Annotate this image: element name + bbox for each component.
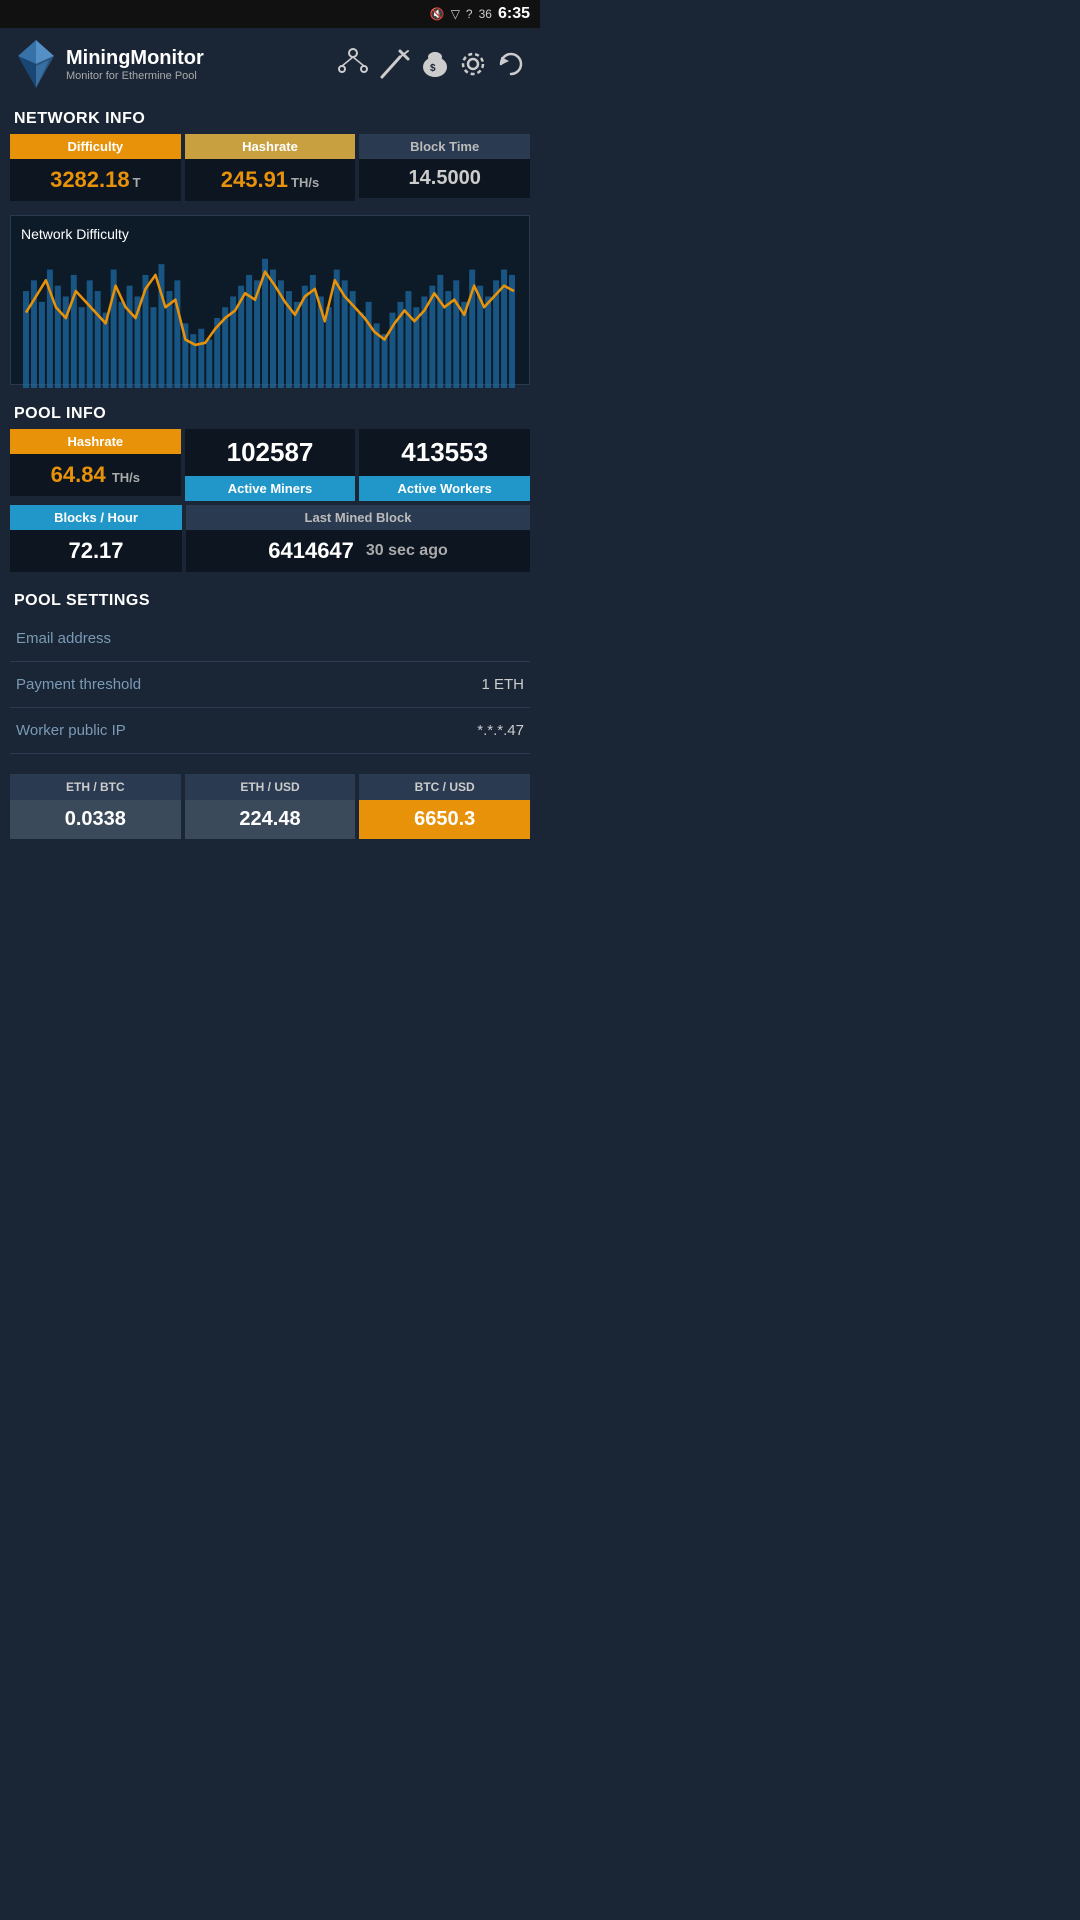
ticker-btc-usd-value: 6650.3 [359, 800, 530, 839]
refresh-icon[interactable] [496, 49, 526, 79]
difficulty-cell: Difficulty 3282.18T [10, 134, 181, 201]
network-info-title: NETWORK INFO [0, 100, 540, 134]
active-workers-value: 413553 [359, 429, 530, 476]
block-time-label: Block Time [359, 134, 530, 159]
hashrate-label: Hashrate [185, 134, 356, 159]
ticker-btc-usd: BTC / USD 6650.3 [359, 774, 530, 839]
settings-email-key: Email address [16, 630, 111, 647]
settings-threshold-val: 1 ETH [481, 676, 524, 693]
blocks-hour-cell: Blocks / Hour 72.17 [10, 505, 182, 572]
network-metrics-grid: Difficulty 3282.18T Hashrate 245.91TH/s … [10, 134, 530, 201]
svg-text:$: $ [430, 63, 436, 74]
app-name: MiningMonitor [66, 47, 204, 70]
block-time-ago: 30 sec ago [366, 542, 448, 560]
pool-info-section: Hashrate 64.84 TH/s 102587 Active Miners… [0, 429, 540, 582]
last-mined-block-cell: Last Mined Block 6414647 30 sec ago [186, 505, 530, 572]
gear-icon[interactable] [458, 49, 488, 79]
settings-ip-key: Worker public IP [16, 722, 126, 739]
last-mined-block-value: 6414647 30 sec ago [186, 530, 530, 572]
ticker-eth-usd: ETH / USD 224.48 [185, 774, 356, 839]
header: MiningMonitor Monitor for Ethermine Pool… [0, 28, 540, 100]
settings-row-threshold[interactable]: Payment threshold 1 ETH [10, 662, 530, 708]
ticker-eth-btc: ETH / BTC 0.0338 [10, 774, 181, 839]
blocks-hour-value: 72.17 [10, 530, 182, 572]
app-subtitle: Monitor for Ethermine Pool [66, 70, 204, 82]
network-chart-icon[interactable] [336, 47, 370, 81]
status-time: 6:35 [498, 5, 530, 23]
active-miners-cell: 102587 Active Miners [185, 429, 356, 501]
mute-icon: 🔇 [430, 7, 445, 21]
battery-icon: 36 [479, 7, 492, 21]
hashrate-cell: Hashrate 245.91TH/s [185, 134, 356, 201]
network-difficulty-chart: Network Difficulty [10, 215, 530, 385]
block-time-value: 14.5000 [359, 159, 530, 198]
status-bar: 🔇 ▽ ? 36 6:35 [0, 0, 540, 28]
wallet-icon[interactable]: $ [420, 47, 450, 81]
help-icon: ? [466, 7, 473, 21]
pool-hashrate-cell: Hashrate 64.84 TH/s [10, 429, 181, 501]
network-info-section: Difficulty 3282.18T Hashrate 245.91TH/s … [0, 134, 540, 211]
difficulty-label: Difficulty [10, 134, 181, 159]
pickaxe-icon[interactable] [378, 47, 412, 81]
ticker-eth-usd-value: 224.48 [185, 800, 356, 839]
chart-svg [21, 248, 519, 388]
blocks-hour-label: Blocks / Hour [10, 505, 182, 530]
app-logo [14, 38, 58, 90]
last-mined-block-label: Last Mined Block [186, 505, 530, 530]
ticker-eth-btc-label: ETH / BTC [10, 774, 181, 800]
difficulty-value: 3282.18T [10, 159, 181, 201]
pool-top-grid: Hashrate 64.84 TH/s 102587 Active Miners… [10, 429, 530, 501]
active-miners-value: 102587 [185, 429, 356, 476]
pool-info-title: POOL INFO [0, 395, 540, 429]
active-miners-label: Active Miners [185, 476, 356, 501]
active-workers-cell: 413553 Active Workers [359, 429, 530, 501]
price-tickers-section: ETH / BTC 0.0338 ETH / USD 224.48 BTC / … [0, 764, 540, 855]
ticker-btc-usd-label: BTC / USD [359, 774, 530, 800]
block-time-cell: Block Time 14.5000 [359, 134, 530, 201]
pool-settings-title: POOL SETTINGS [0, 582, 540, 616]
settings-row-ip[interactable]: Worker public IP *.*.*.47 [10, 708, 530, 754]
active-workers-label: Active Workers [359, 476, 530, 501]
signal-icon: ▽ [451, 7, 460, 21]
pool-bottom-grid: Blocks / Hour 72.17 Last Mined Block 641… [10, 505, 530, 572]
settings-row-email[interactable]: Email address [10, 616, 530, 662]
ticker-eth-usd-label: ETH / USD [185, 774, 356, 800]
settings-threshold-key: Payment threshold [16, 676, 141, 693]
hashrate-value: 245.91TH/s [185, 159, 356, 201]
ticker-eth-btc-value: 0.0338 [10, 800, 181, 839]
settings-ip-val: *.*.*.47 [477, 722, 524, 739]
pool-hashrate-value: 64.84 TH/s [10, 454, 181, 496]
pool-settings-section: Email address Payment threshold 1 ETH Wo… [0, 616, 540, 764]
block-number: 6414647 [268, 538, 354, 564]
logo-area: MiningMonitor Monitor for Ethermine Pool [14, 38, 328, 90]
logo-text-area: MiningMonitor Monitor for Ethermine Pool [66, 47, 204, 82]
pool-hashrate-label: Hashrate [10, 429, 181, 454]
chart-title: Network Difficulty [21, 226, 519, 242]
